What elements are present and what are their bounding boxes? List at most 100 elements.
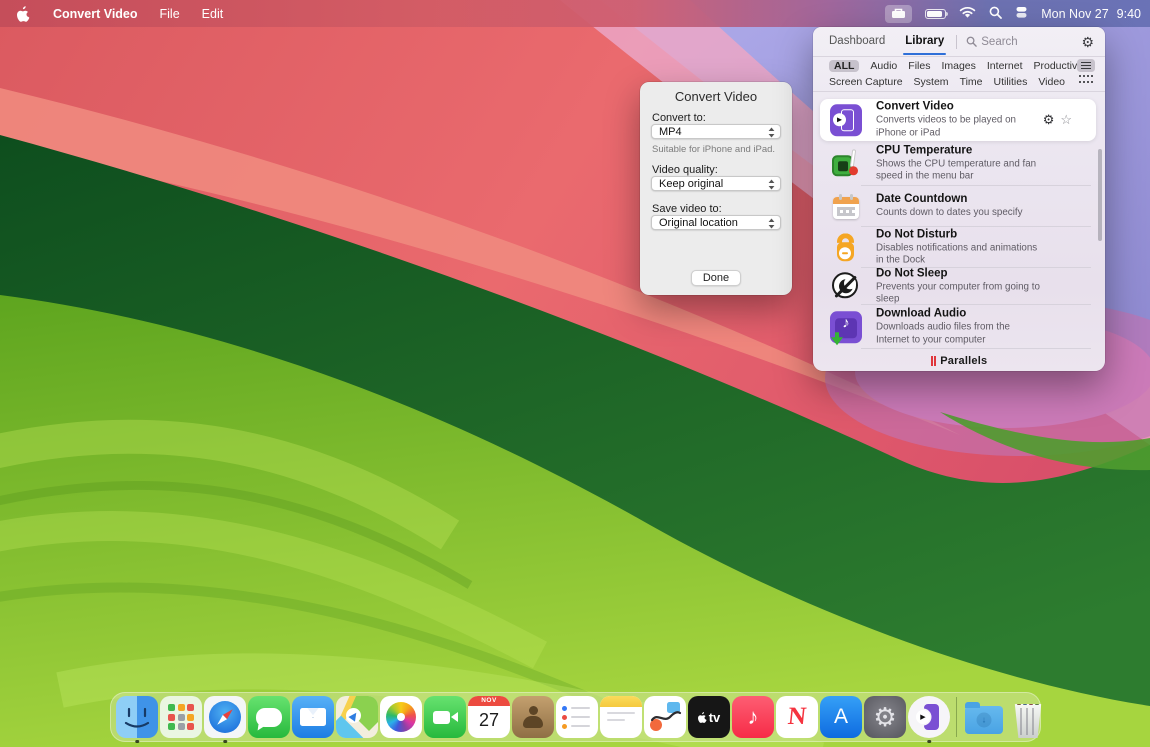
- search-icon: [966, 36, 978, 47]
- list-item-do-not-disturb[interactable]: Do Not Disturb Disables notifications an…: [813, 227, 1105, 268]
- apple-menu-icon[interactable]: [17, 5, 31, 22]
- convert-to-select[interactable]: MP4: [651, 124, 781, 139]
- dock-music-icon[interactable]: ♪: [732, 696, 774, 738]
- favorite-star-icon[interactable]: ☆: [1060, 112, 1072, 128]
- dock-app-store-icon[interactable]: A: [820, 696, 862, 738]
- panel-settings-gear-icon[interactable]: ⚙: [1081, 35, 1094, 49]
- tool-title: Download Audio: [876, 307, 967, 320]
- tool-list: ▶ Convert Video Converts videos to be pl…: [813, 92, 1105, 349]
- tool-settings-gear-icon[interactable]: ⚙: [1043, 112, 1055, 128]
- list-item-do-not-sleep[interactable]: Do Not Sleep Prevents your computer from…: [813, 266, 1105, 305]
- video-quality-select[interactable]: Keep original: [651, 176, 781, 191]
- list-item-cpu-temperature[interactable]: CPU Temperature Shows the CPU temperatur…: [813, 141, 1105, 186]
- category-audio[interactable]: Audio: [870, 60, 897, 72]
- tool-title: Date Countdown: [876, 193, 968, 206]
- list-view-icon[interactable]: [1077, 59, 1095, 72]
- save-to-value: Original location: [659, 216, 738, 229]
- tool-description: Disables notifications and animations in…: [876, 241, 1038, 266]
- menu-edit[interactable]: Edit: [202, 7, 224, 21]
- toolbox-panel: Dashboard Library Search ⚙ ALL Audio Fil…: [813, 27, 1105, 371]
- tv-label: tv: [708, 709, 721, 725]
- menubar-clock[interactable]: Mon Nov 27 9:40: [1041, 7, 1141, 21]
- tool-title: Convert Video: [876, 100, 954, 113]
- desktop: { "menu_bar": { "app_name": "Convert Vid…: [0, 0, 1150, 747]
- menu-bar: Convert Video File Edit Mon Nov 27 9:40: [0, 0, 1150, 27]
- video-quality-label: Video quality:: [652, 164, 718, 176]
- category-utilities[interactable]: Utilities: [994, 76, 1028, 88]
- tool-description: Shows the CPU temperature and fan speed …: [876, 157, 1037, 182]
- convert-video-dialog: Convert Video Convert to: MP4 Suitable f…: [640, 82, 792, 295]
- category-time[interactable]: Time: [960, 76, 983, 88]
- toolbox-menubar-icon[interactable]: [885, 4, 913, 23]
- tool-title: Do Not Sleep: [876, 266, 948, 279]
- save-to-label: Save video to:: [652, 203, 722, 215]
- dock-notes-icon[interactable]: [600, 696, 642, 738]
- dock-photos-icon[interactable]: [380, 696, 422, 738]
- category-filters: ALL Audio Files Images Internet Producti…: [813, 58, 1105, 91]
- category-internet[interactable]: Internet: [987, 60, 1023, 72]
- convert-to-caption: Suitable for iPhone and iPad.: [652, 144, 776, 155]
- stepper-chevrons-icon: [767, 218, 776, 232]
- dock-facetime-icon[interactable]: [424, 696, 466, 738]
- done-button[interactable]: Done: [691, 270, 741, 286]
- dock-trash-icon[interactable]: [1007, 696, 1049, 738]
- category-images[interactable]: Images: [941, 60, 975, 72]
- convert-to-label: Convert to:: [652, 112, 706, 124]
- search-placeholder: Search: [981, 35, 1018, 48]
- download-audio-tool-icon: ♪: [830, 311, 862, 345]
- dock: NOV 27 tv ♪ N A ⚙ ▶ ↓: [110, 692, 1042, 743]
- appstore-letter: A: [833, 705, 848, 728]
- dock-launchpad-icon[interactable]: [160, 696, 202, 738]
- parallels-brand: Parallels: [813, 355, 1105, 367]
- user-switch-icon[interactable]: [1015, 6, 1028, 22]
- category-system[interactable]: System: [914, 76, 949, 88]
- tool-description: Downloads audio files from the Internet …: [876, 321, 1010, 345]
- list-item-date-countdown[interactable]: Date Countdown Counts down to dates you …: [813, 186, 1105, 227]
- list-item-convert-video[interactable]: ▶ Convert Video Converts videos to be pl…: [820, 99, 1096, 141]
- dock-calendar-icon[interactable]: NOV 27: [468, 696, 510, 738]
- stepper-chevrons-icon: [767, 179, 776, 193]
- search-field[interactable]: Search: [966, 35, 1018, 48]
- scrollbar-thumb[interactable]: [1098, 149, 1102, 241]
- wifi-icon[interactable]: [959, 6, 976, 22]
- dock-finder-icon[interactable]: [116, 696, 158, 743]
- dock-news-icon[interactable]: N: [776, 696, 818, 738]
- save-to-select[interactable]: Original location: [651, 215, 781, 230]
- tab-library[interactable]: Library: [903, 35, 947, 55]
- list-item-download-audio[interactable]: ♪ Download Audio Downloads audio files f…: [813, 305, 1105, 349]
- dock-safari-icon[interactable]: [204, 696, 246, 743]
- dock-convert-video-icon[interactable]: ▶: [908, 696, 950, 743]
- dock-contacts-icon[interactable]: [512, 696, 554, 738]
- calendar-month: NOV: [468, 696, 510, 706]
- convert-to-value: MP4: [659, 125, 682, 138]
- dock-mail-icon[interactable]: [292, 696, 334, 738]
- news-letter: N: [786, 703, 808, 730]
- spotlight-search-icon[interactable]: [989, 6, 1003, 22]
- category-files[interactable]: Files: [908, 60, 930, 72]
- menubar-date: Mon Nov 27: [1041, 6, 1109, 21]
- music-note-glyph: ♪: [747, 704, 759, 729]
- grid-view-icon[interactable]: [1079, 75, 1094, 86]
- header-divider: [956, 34, 958, 49]
- category-screen-capture[interactable]: Screen Capture: [829, 76, 903, 88]
- dock-reminders-icon[interactable]: [556, 696, 598, 738]
- tool-description: Counts down to dates you specify: [876, 207, 1023, 219]
- date-countdown-tool-icon: [830, 191, 862, 223]
- video-quality-value: Keep original: [659, 177, 724, 190]
- tool-description: Converts videos to be played on iPhone o…: [876, 114, 1016, 138]
- parallels-logo-icon: [930, 356, 937, 366]
- dock-downloads-icon[interactable]: ↓: [963, 696, 1005, 738]
- stepper-chevrons-icon: [767, 127, 776, 141]
- dock-maps-icon[interactable]: [336, 696, 378, 738]
- dock-tv-icon[interactable]: tv: [688, 696, 730, 738]
- dock-system-settings-icon[interactable]: ⚙: [864, 696, 906, 738]
- menu-app-name[interactable]: Convert Video: [53, 7, 138, 21]
- battery-icon[interactable]: [925, 8, 949, 19]
- category-video[interactable]: Video: [1038, 76, 1065, 88]
- dock-messages-icon[interactable]: [248, 696, 290, 738]
- menu-file[interactable]: File: [160, 7, 180, 21]
- tab-dashboard[interactable]: Dashboard: [829, 35, 885, 49]
- tool-title: Do Not Disturb: [876, 227, 958, 240]
- category-all[interactable]: ALL: [829, 60, 860, 72]
- dock-freeform-icon[interactable]: [644, 696, 686, 738]
